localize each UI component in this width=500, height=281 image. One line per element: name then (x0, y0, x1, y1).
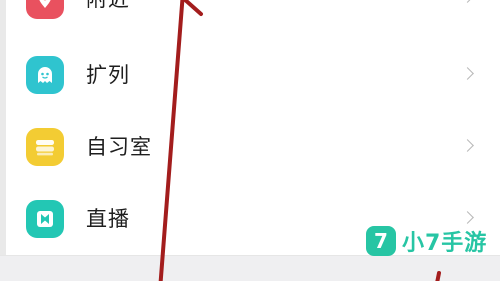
watermark-badge: 7 (366, 226, 396, 256)
location-pin-icon (26, 0, 64, 19)
menu-item-label: 自习室 (86, 135, 152, 159)
section-gap (0, 256, 500, 281)
menu-item-label: 附近 (86, 0, 130, 12)
chevron-right-icon (461, 139, 474, 152)
chevron-right-icon (461, 211, 474, 224)
chevron-right-icon (461, 0, 474, 3)
menu-item-nearby[interactable]: 附近 (0, 0, 500, 36)
menu-item-label: 直播 (86, 207, 130, 231)
screenshot-stage: 附近 扩列 自习室 (0, 0, 500, 281)
chevron-right-icon (461, 67, 474, 80)
watermark-logo: 7 小7手游 (366, 224, 487, 258)
ghost-face-icon (26, 56, 64, 94)
live-stream-icon (26, 200, 64, 238)
menu-item-study-room[interactable]: 自习室 (0, 117, 500, 175)
menu-item-label: 扩列 (86, 63, 130, 87)
book-stack-icon (26, 128, 64, 166)
watermark-text: 小7手游 (402, 231, 488, 256)
menu-item-expand-friends[interactable]: 扩列 (0, 46, 500, 104)
